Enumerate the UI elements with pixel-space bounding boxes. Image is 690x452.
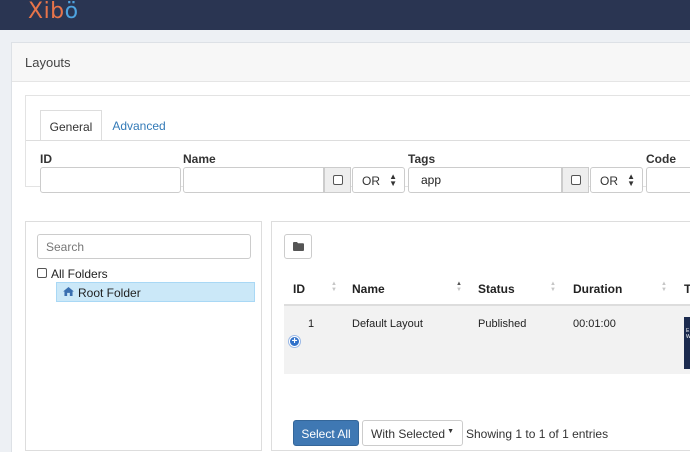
expand-row-icon[interactable]: + — [289, 336, 300, 347]
sort-icon: ▲ ▼ — [331, 281, 337, 293]
id-label: ID — [40, 152, 52, 166]
code-label: Code — [646, 152, 676, 166]
select-all-button[interactable]: Select All — [293, 420, 359, 446]
cell-status: Published — [478, 318, 527, 330]
sort-asc-icon: ▲ ▼ — [456, 281, 462, 293]
tags-operator-select[interactable]: OR ▲ ▼ — [590, 167, 643, 193]
column-header-name[interactable]: Name — [352, 282, 385, 296]
page-title: Layouts — [25, 55, 71, 70]
name-exact-checkbox[interactable] — [333, 175, 343, 185]
folder-toggle-button[interactable] — [284, 234, 312, 259]
name-operator-select[interactable]: OR ▲ ▼ — [352, 167, 405, 193]
with-selected-label: With Selected — [371, 427, 446, 441]
logo-text-main: Xib — [28, 0, 65, 24]
tags-exact-checkbox[interactable] — [571, 175, 581, 185]
select-caret-icon: ▲ ▼ — [627, 172, 635, 188]
layouts-table-panel: ID ▲ ▼ Name ▲ ▼ Status ▲ ▼ Duration ▲ ▼ T 1 … — [271, 221, 690, 451]
top-navbar: Xibö — [0, 0, 690, 30]
id-input[interactable] — [40, 167, 181, 193]
root-folder-label: Root Folder — [78, 286, 141, 300]
column-header-status[interactable]: Status — [478, 282, 515, 296]
name-exact-addon — [324, 167, 351, 193]
filter-card: General Advanced ID Name OR ▲ ▼ Tags app … — [25, 95, 690, 193]
code-input[interactable] — [646, 167, 690, 193]
layout-thumbnail[interactable]: EW — [684, 317, 690, 369]
name-label: Name — [183, 152, 216, 166]
page-header: Layouts — [12, 43, 690, 82]
cell-name: Default Layout — [352, 318, 423, 330]
sort-icon: ▲ ▼ — [661, 281, 667, 293]
folder-icon — [293, 242, 304, 251]
tags-label: Tags — [408, 152, 436, 166]
layouts-page: Layouts General Advanced ID Name OR ▲ ▼ T… — [11, 42, 690, 452]
tags-operator-value: OR — [600, 174, 618, 188]
tags-input[interactable]: app — [408, 167, 562, 193]
tab-divider — [26, 140, 690, 141]
with-selected-dropdown[interactable]: With Selected ▼ — [362, 420, 463, 446]
caret-down-icon: ▼ — [447, 428, 454, 435]
cell-duration: 00:01:00 — [573, 318, 616, 330]
sort-icon: ▲ ▼ — [550, 281, 556, 293]
table-info: Showing 1 to 1 of 1 entries — [466, 427, 609, 441]
column-header-thumbnail[interactable]: T — [684, 282, 690, 296]
column-header-duration[interactable]: Duration — [573, 282, 622, 296]
name-input[interactable] — [183, 167, 324, 193]
tags-exact-addon — [562, 167, 589, 193]
table-row[interactable]: 1 + Default Layout Published 00:01:00 EW — [284, 306, 690, 374]
name-operator-value: OR — [362, 174, 380, 188]
column-header-id[interactable]: ID — [293, 282, 305, 296]
folder-tree-panel: Search All Folders Root Folder — [25, 221, 262, 451]
all-folders-label[interactable]: All Folders — [51, 267, 108, 281]
root-folder-node[interactable]: Root Folder — [56, 282, 255, 302]
tab-advanced[interactable]: Advanced — [102, 110, 176, 141]
folder-search-input[interactable]: Search — [37, 234, 251, 259]
logo-text-accent: ö — [64, 0, 79, 24]
all-folders-checkbox[interactable] — [37, 268, 47, 278]
home-icon — [63, 287, 74, 296]
xibo-logo[interactable]: Xibö — [28, 0, 79, 24]
cell-id: 1 — [308, 318, 315, 330]
tab-general[interactable]: General — [40, 110, 102, 141]
table-header: ID ▲ ▼ Name ▲ ▼ Status ▲ ▼ Duration ▲ ▼ T — [284, 270, 690, 306]
select-caret-icon: ▲ ▼ — [389, 172, 397, 188]
